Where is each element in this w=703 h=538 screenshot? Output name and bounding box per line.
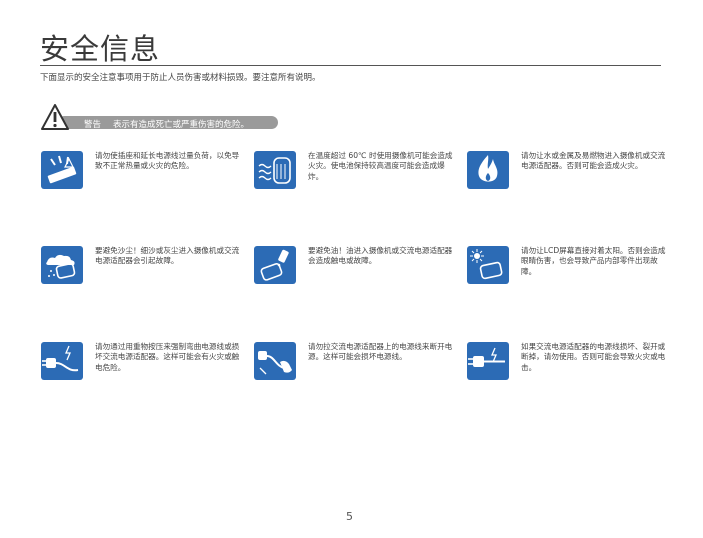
safety-item-text: 要避免沙尘！细沙或灰尘进入摄像机或交流电源适配器会引起故障。 <box>95 246 240 266</box>
safety-item-fire: 请勿让水或金属及易燃物进入摄像机或交流电源适配器。否则可能会造成火灾。 <box>467 151 677 211</box>
sunlight-lcd-icon <box>467 246 509 284</box>
safety-item-bent-cord: 请勿通过用重物按压来强制弯曲电源线或损坏交流电源适配器。这样可能会有火灾或触电危… <box>41 342 251 402</box>
intro-text: 下面显示的安全注意事项用于防止人员伤害或材料损毁。要注意所有说明。 <box>40 73 321 83</box>
safety-item-sand: 要避免沙尘！细沙或灰尘进入摄像机或交流电源适配器会引起故障。 <box>41 246 251 306</box>
overloaded-outlet-icon <box>41 151 83 189</box>
sand-dust-icon <box>41 246 83 284</box>
safety-item-pull-cord: 请勿拉交流电源适配器上的电源线来断开电源。这样可能会损坏电源线。 <box>254 342 464 402</box>
safety-item-text: 如果交流电源适配器的电源线损坏、裂开或断掉，请勿使用。否则可能会导致火灾或电击。 <box>521 342 666 372</box>
safety-item-sun: 请勿让LCD屏幕直接对着太阳。否则会造成眼睛伤害，也会导致产品内部零件出现故障。 <box>467 246 677 306</box>
safety-item-text: 请勿让LCD屏幕直接对着太阳。否则会造成眼睛伤害，也会导致产品内部零件出现故障。 <box>521 246 666 276</box>
warning-text: 表示有造成死亡或严重伤害的危险。 <box>113 120 250 130</box>
fire-icon <box>467 151 509 189</box>
bent-cord-icon <box>41 342 83 380</box>
safety-item-damaged-plug: 如果交流电源适配器的电源线损坏、裂开或断掉，请勿使用。否则可能会导致火灾或电击。 <box>467 342 677 402</box>
page-title: 安全信息 <box>40 32 161 66</box>
pull-cord-icon <box>254 342 296 380</box>
safety-item-text: 请勿使插座和延长电源线过量负荷，以免导致不正常热量或火灾的危险。 <box>95 151 240 171</box>
safety-item-outlet: 请勿使插座和延长电源线过量负荷，以免导致不正常热量或火灾的危险。 <box>41 151 251 211</box>
oil-drop-icon <box>254 246 296 284</box>
warning-banner: 警告 表示有造成死亡或严重伤害的危险。 <box>40 103 280 131</box>
page-number: 5 <box>346 510 353 523</box>
safety-item-text: 请勿通过用重物按压来强制弯曲电源线或损坏交流电源适配器。这样可能会有火灾或触电危… <box>95 342 240 372</box>
title-divider <box>40 65 661 66</box>
safety-item-text: 要避免油！油进入摄像机或交流电源适配器会造成触电或故障。 <box>308 246 453 266</box>
warning-triangle-icon <box>41 104 69 130</box>
damaged-plug-icon <box>467 342 509 380</box>
warning-label: 警告 <box>84 120 102 130</box>
heated-battery-icon <box>254 151 296 189</box>
safety-item-text: 在温度超过 60℃ 时使用摄像机可能会造成火灾。使电池保持较高温度可能会造成爆炸… <box>308 151 453 181</box>
safety-item-text: 请勿拉交流电源适配器上的电源线来断开电源。这样可能会损坏电源线。 <box>308 342 453 362</box>
safety-item-oil: 要避免油！油进入摄像机或交流电源适配器会造成触电或故障。 <box>254 246 464 306</box>
safety-item-text: 请勿让水或金属及易燃物进入摄像机或交流电源适配器。否则可能会造成火灾。 <box>521 151 666 171</box>
safety-item-heat: 在温度超过 60℃ 时使用摄像机可能会造成火灾。使电池保持较高温度可能会造成爆炸… <box>254 151 464 211</box>
